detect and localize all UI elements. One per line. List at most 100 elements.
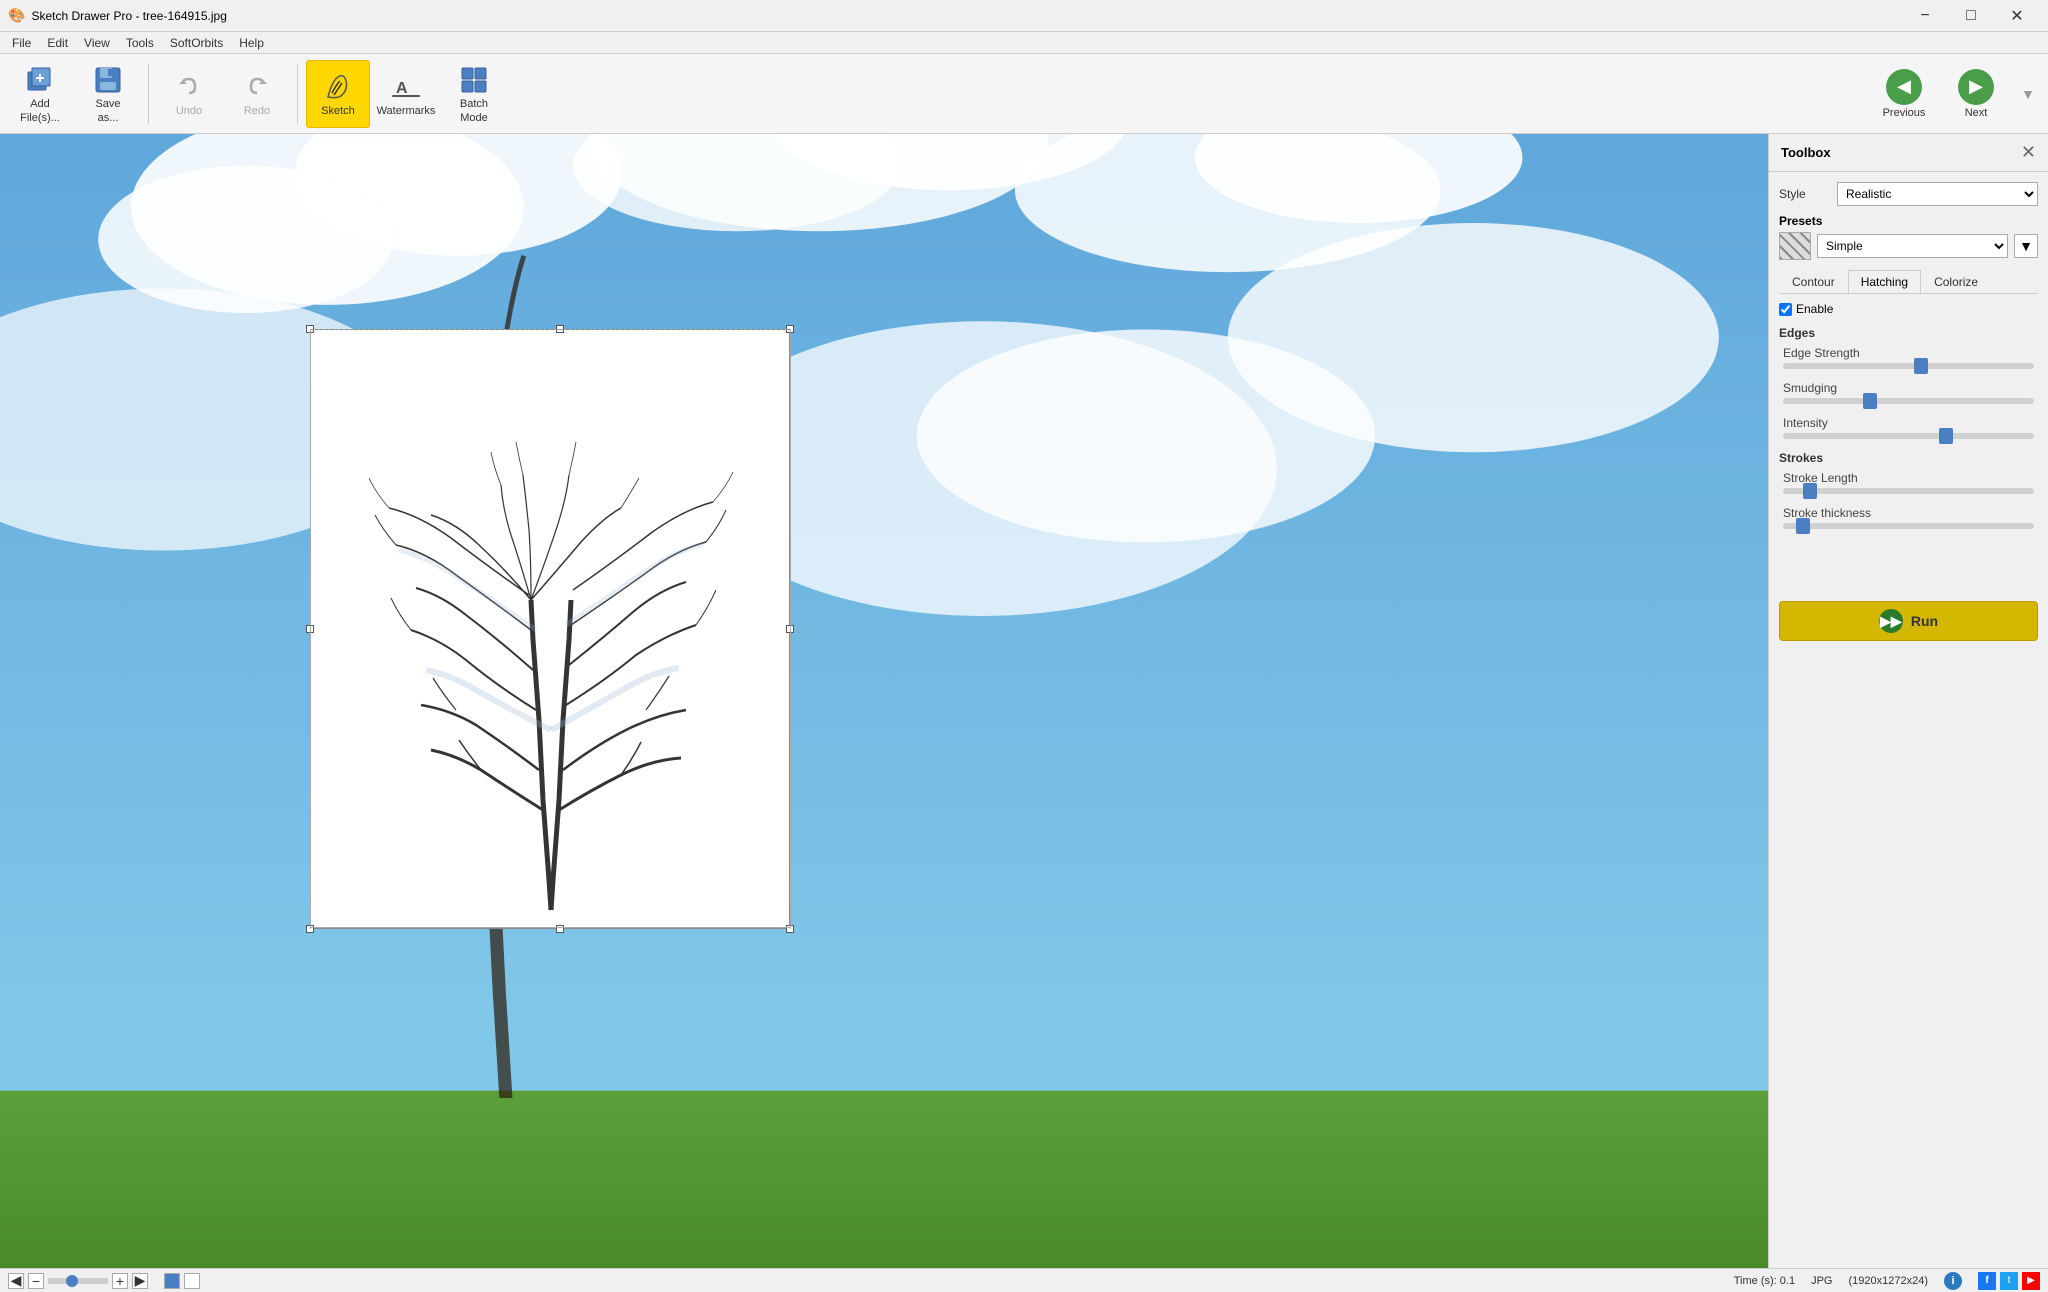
toolbox-title: Toolbox (1781, 145, 1831, 160)
presets-dropdown-btn[interactable]: ▼ (2014, 234, 2038, 258)
presets-select[interactable]: Simple Detailed Dark (1817, 234, 2008, 258)
tab-contour[interactable]: Contour (1779, 270, 1848, 293)
scroll-right-btn[interactable]: ▶ (132, 1273, 148, 1289)
presets-section: Presets Simple Detailed Dark ▼ (1779, 214, 2038, 260)
intensity-track[interactable] (1783, 433, 2034, 439)
facebook-icon[interactable]: f (1978, 1272, 1996, 1290)
stroke-length-thumb[interactable] (1803, 483, 1817, 499)
scroll-left-btn[interactable]: ◀ (8, 1273, 24, 1289)
next-button[interactable]: ▶ Next (1944, 60, 2008, 128)
page-icon-1 (164, 1273, 180, 1289)
zoom-minus-btn[interactable]: − (28, 1273, 44, 1289)
social-icons: f t ▶ (1978, 1272, 2040, 1290)
toolbar: Add File(s)... Save as... Undo (0, 54, 2048, 134)
smudging-label: Smudging (1783, 381, 2034, 395)
toolbox-close-button[interactable]: ✕ (2021, 142, 2036, 163)
undo-button[interactable]: Undo (157, 60, 221, 128)
strokes-section: Strokes Stroke Length Stroke thickness (1779, 451, 2038, 529)
stroke-thickness-thumb[interactable] (1796, 518, 1810, 534)
spacer (1779, 541, 2038, 581)
toolbox-content: Style Realistic Simple Cartoon Pencil Pr… (1769, 172, 2048, 591)
stroke-length-label: Stroke Length (1783, 471, 2034, 485)
batch-mode-label: Batch (460, 98, 488, 110)
add-files-icon (24, 64, 56, 96)
previous-label: Previous (1883, 107, 1926, 119)
stroke-thickness-track[interactable] (1783, 523, 2034, 529)
menu-help[interactable]: Help (231, 34, 272, 52)
sketch-button[interactable]: Sketch (306, 60, 370, 128)
page-indicator (164, 1273, 200, 1289)
run-label: Run (1911, 613, 1938, 629)
svg-text:A: A (396, 80, 408, 97)
zoom-slider-thumb[interactable] (66, 1275, 78, 1287)
enable-row: Enable (1779, 302, 2038, 316)
statusbar-right: Time (s): 0.1 JPG (1920x1272x24) i f t ▶ (1734, 1272, 2040, 1290)
enable-checkbox[interactable] (1779, 303, 1792, 316)
background-svg (0, 134, 1768, 1098)
presets-controls: Simple Detailed Dark ▼ (1779, 232, 2038, 260)
twitter-icon[interactable]: t (2000, 1272, 2018, 1290)
titlebar: 🎨 Sketch Drawer Pro - tree-164915.jpg − … (0, 0, 2048, 32)
intensity-thumb[interactable] (1939, 428, 1953, 444)
zoom-plus-btn[interactable]: + (112, 1273, 128, 1289)
maximize-button[interactable]: □ (1948, 0, 1994, 32)
window-title: Sketch Drawer Pro - tree-164915.jpg (31, 9, 226, 23)
redo-icon (241, 71, 273, 103)
intensity-label: Intensity (1783, 416, 2034, 430)
run-button[interactable]: ▶▶ Run (1779, 601, 2038, 641)
toolbox-header: Toolbox ✕ (1769, 134, 2048, 172)
dimensions-display: (1920x1272x24) (1848, 1275, 1928, 1287)
sketch-icon (322, 71, 354, 103)
toolbar-sep-2 (297, 64, 298, 124)
menu-file[interactable]: File (4, 34, 39, 52)
menubar: File Edit View Tools SoftOrbits Help (0, 32, 2048, 54)
toolbar-sep-1 (148, 64, 149, 124)
minimize-button[interactable]: − (1902, 0, 1948, 32)
canvas-area (0, 134, 1768, 1268)
edges-section-title: Edges (1779, 326, 2038, 340)
add-files-button[interactable]: Add File(s)... (8, 60, 72, 128)
time-display: Time (s): 0.1 (1734, 1275, 1795, 1287)
tab-colorize[interactable]: Colorize (1921, 270, 1991, 293)
menu-view[interactable]: View (76, 34, 118, 52)
stroke-length-container: Stroke Length (1779, 471, 2038, 494)
stroke-thickness-container: Stroke thickness (1779, 506, 2038, 529)
close-button[interactable]: ✕ (1994, 0, 2040, 32)
edge-strength-track[interactable] (1783, 363, 2034, 369)
menu-edit[interactable]: Edit (39, 34, 76, 52)
smudging-thumb[interactable] (1863, 393, 1877, 409)
style-select[interactable]: Realistic Simple Cartoon Pencil (1837, 182, 2038, 206)
add-files-sublabel: File(s)... (20, 112, 60, 124)
previous-icon: ◀ (1886, 69, 1922, 105)
app-icon: 🎨 (8, 7, 25, 24)
titlebar-left: 🎨 Sketch Drawer Pro - tree-164915.jpg (8, 7, 227, 24)
selection-right (790, 329, 791, 929)
zoom-control: ◀ − + ▶ (8, 1273, 148, 1289)
smudging-container: Smudging (1779, 381, 2038, 404)
redo-button[interactable]: Redo (225, 60, 289, 128)
save-as-button[interactable]: Save as... (76, 60, 140, 128)
menu-tools[interactable]: Tools (118, 34, 162, 52)
titlebar-controls: − □ ✕ (1902, 0, 2040, 32)
batch-mode-button[interactable]: Batch Mode (442, 60, 506, 128)
edge-strength-container: Edge Strength (1779, 346, 2038, 369)
menu-softorbits[interactable]: SoftOrbits (162, 34, 231, 52)
tab-hatching[interactable]: Hatching (1848, 270, 1921, 293)
watermarks-button[interactable]: A Watermarks (374, 60, 438, 128)
info-icon[interactable]: i (1944, 1272, 1962, 1290)
edge-strength-label: Edge Strength (1783, 346, 2034, 360)
next-label: Next (1965, 107, 1988, 119)
stroke-length-track[interactable] (1783, 488, 2034, 494)
redo-label: Redo (244, 105, 270, 117)
edge-strength-thumb[interactable] (1914, 358, 1928, 374)
zoom-slider-track[interactable] (48, 1278, 108, 1284)
toolbar-right: ◀ Previous ▶ Next ▼ (1872, 60, 2040, 128)
time-label: Time (s): (1734, 1275, 1777, 1287)
sketch-area (310, 329, 790, 929)
add-files-label: Add (30, 98, 50, 110)
smudging-track[interactable] (1783, 398, 2034, 404)
previous-button[interactable]: ◀ Previous (1872, 60, 1936, 128)
enable-label: Enable (1796, 302, 1833, 316)
dropdown-arrow[interactable]: ▼ (2016, 82, 2040, 106)
youtube-icon[interactable]: ▶ (2022, 1272, 2040, 1290)
